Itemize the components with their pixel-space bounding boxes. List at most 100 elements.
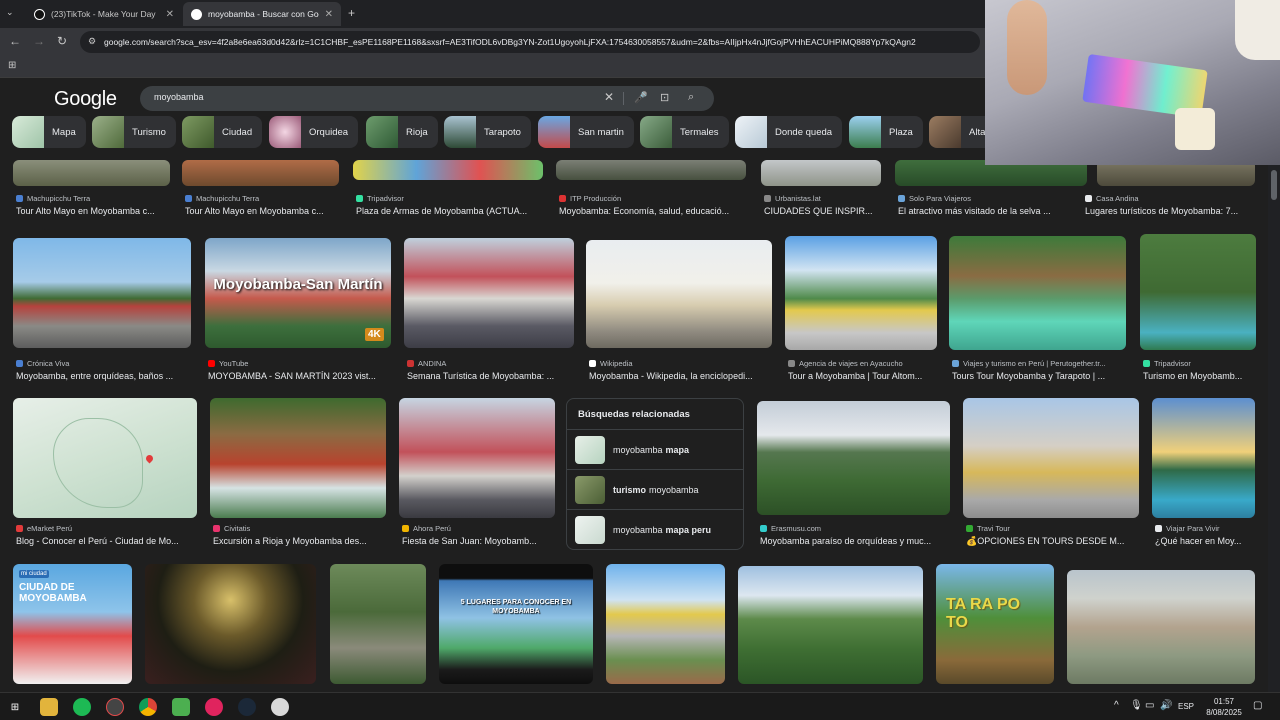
map-image[interactable] xyxy=(13,398,197,518)
result-title[interactable]: ¿Qué hacer en Moy... xyxy=(1155,536,1259,546)
result-image[interactable] xyxy=(556,160,746,180)
chip-orquidea[interactable]: Orquidea xyxy=(269,116,359,148)
spotify-icon[interactable] xyxy=(73,698,91,716)
new-tab-button[interactable]: + xyxy=(348,6,355,20)
result-source[interactable]: Erasmusu.com xyxy=(760,524,953,533)
result-image[interactable] xyxy=(145,564,316,684)
tab-search-icon[interactable]: ⌄ xyxy=(6,7,14,18)
result-title[interactable]: Plaza de Armas de Moyobamba (ACTUA... xyxy=(356,206,546,216)
result-title[interactable]: Excursión a Rioja y Moyobamba des... xyxy=(213,536,389,546)
windows-start-icon[interactable]: ⊞ xyxy=(6,698,24,716)
close-icon[interactable]: ✕ xyxy=(319,9,333,20)
result-image[interactable] xyxy=(1140,234,1256,350)
search-box[interactable]: ✕ 🎤 ⊡ ⌕ xyxy=(140,86,714,111)
obs-icon[interactable] xyxy=(106,698,124,716)
result-title[interactable]: Moyobamba, entre orquídeas, baños ... xyxy=(16,371,194,381)
volume-icon[interactable]: 🔊 xyxy=(1160,700,1172,711)
chip-alta[interactable]: Alta xyxy=(929,116,987,148)
result-title[interactable]: Tour Alto Mayo en Moyobamba c... xyxy=(185,206,345,216)
result-image[interactable] xyxy=(13,160,170,186)
chip-rioja[interactable]: Rioja xyxy=(366,116,438,148)
result-source[interactable]: Machupicchu Terra xyxy=(185,194,345,203)
chip-turismo[interactable]: Turismo xyxy=(92,116,176,148)
clock[interactable]: 01:57 8/08/2025 xyxy=(1196,696,1252,718)
file-explorer-icon[interactable] xyxy=(40,698,58,716)
result-source[interactable]: Urbanistas.lat xyxy=(764,194,889,203)
tray-overflow-icon[interactable]: ^ xyxy=(1114,700,1119,711)
result-source[interactable]: Machupicchu Terra xyxy=(16,194,176,203)
chrome-icon[interactable] xyxy=(139,698,157,716)
result-source[interactable]: Viajar Para Vivir xyxy=(1155,524,1259,533)
result-source[interactable]: Travi Tour xyxy=(966,524,1142,533)
result-image[interactable] xyxy=(1152,398,1255,518)
reload-icon[interactable]: ↻ xyxy=(57,34,67,48)
result-source[interactable]: ITP Producción xyxy=(559,194,749,203)
result-title[interactable]: Tour a Moyobamba | Tour Altom... xyxy=(788,371,938,381)
chip-donde-queda[interactable]: Donde queda xyxy=(735,116,843,148)
result-title[interactable]: El atractivo más visitado de la selva ..… xyxy=(898,206,1088,216)
result-title[interactable]: MOYOBAMBA - SAN MARTÍN 2023 vist... xyxy=(208,371,394,381)
tab-google-search[interactable]: moyobamba - Buscar con Google ✕ xyxy=(183,2,341,26)
result-image[interactable]: Moyobamba-San Martín 4K xyxy=(205,238,391,348)
result-image[interactable] xyxy=(1067,570,1255,684)
notifications-icon[interactable]: ▢ xyxy=(1253,700,1262,711)
scrollbar-thumb[interactable] xyxy=(1271,170,1277,200)
result-title[interactable]: Lugares turísticos de Moyobamba: 7... xyxy=(1085,206,1257,216)
result-image[interactable] xyxy=(949,236,1126,350)
result-source[interactable]: Viajes y turismo en Perú | Perutogether.… xyxy=(952,359,1132,368)
language-indicator[interactable]: ESP xyxy=(1178,702,1194,711)
result-image[interactable] xyxy=(330,564,426,684)
result-title[interactable]: 💰OPCIONES EN TOURS DESDE M... xyxy=(966,536,1142,547)
chip-termales[interactable]: Termales xyxy=(640,116,729,148)
result-source[interactable]: eMarket Perú xyxy=(16,524,200,533)
related-search-mapa-peru[interactable]: moyobamba mapa peru xyxy=(575,515,735,545)
steam-icon[interactable] xyxy=(238,698,256,716)
result-image[interactable] xyxy=(606,564,725,684)
result-image[interactable] xyxy=(757,401,950,515)
result-image[interactable] xyxy=(13,238,191,348)
result-source[interactable]: Crónica Viva xyxy=(16,359,194,368)
chip-plaza[interactable]: Plaza xyxy=(849,116,923,148)
apps-grid-icon[interactable]: ⊞ xyxy=(8,60,16,71)
result-image[interactable] xyxy=(182,160,339,186)
result-source[interactable]: YouTube xyxy=(208,359,394,368)
microphone-icon[interactable]: 🎙 xyxy=(1130,700,1143,711)
image-search-icon[interactable]: ⊡ xyxy=(660,91,669,104)
result-title[interactable]: Moyobamba - Wikipedia, la enciclopedi... xyxy=(589,371,775,381)
result-image[interactable] xyxy=(399,398,555,518)
result-image[interactable] xyxy=(785,236,937,350)
result-image[interactable] xyxy=(353,160,543,180)
network-icon[interactable]: ▭ xyxy=(1145,700,1154,711)
back-icon[interactable]: ← xyxy=(9,34,21,48)
result-image[interactable] xyxy=(210,398,386,518)
voice-search-icon[interactable]: 🎤 xyxy=(634,91,648,104)
result-source[interactable]: Solo Para Viajeros xyxy=(898,194,1088,203)
result-title[interactable]: Semana Turística de Moyobamba: ... xyxy=(407,371,577,381)
result-source[interactable]: Wikipedia xyxy=(589,359,775,368)
result-title[interactable]: Moyobamba paraíso de orquídeas y muc... xyxy=(760,536,953,546)
related-search-mapa[interactable]: moyobamba mapa xyxy=(575,435,735,465)
google-logo[interactable]: Google xyxy=(54,88,117,111)
result-title[interactable]: Fiesta de San Juan: Moyobamb... xyxy=(402,536,558,546)
chip-mapa[interactable]: Mapa xyxy=(12,116,86,148)
result-title[interactable]: Blog - Conocer el Perú - Ciudad de Mo... xyxy=(16,536,196,546)
result-title[interactable]: Moyobamba: Economía, salud, educació... xyxy=(559,206,749,216)
close-icon[interactable]: ✕ xyxy=(160,9,174,20)
result-title[interactable]: Turismo en Moyobamb... xyxy=(1143,371,1259,381)
result-image[interactable]: mi ciudad CIUDAD DE MOYOBAMBA xyxy=(13,564,132,684)
result-source[interactable]: Agencia de viajes en Ayacucho xyxy=(788,359,943,368)
result-source[interactable]: Tripadvisor xyxy=(1143,359,1259,368)
forward-icon[interactable]: → xyxy=(33,34,45,48)
site-info-icon[interactable]: ⚙ xyxy=(88,36,96,47)
result-source[interactable]: Civitatis xyxy=(213,524,389,533)
app-icon[interactable] xyxy=(205,698,223,716)
result-title[interactable]: Tours Tour Moyobamba y Tarapoto | ... xyxy=(952,371,1129,381)
result-image[interactable] xyxy=(404,238,574,348)
tab-tiktok[interactable]: (23)TikTok - Make Your Day ✕ xyxy=(26,2,182,26)
clear-search-icon[interactable]: ✕ xyxy=(604,90,614,104)
result-source[interactable]: Tripadvisor xyxy=(356,194,546,203)
minecraft-icon[interactable] xyxy=(172,698,190,716)
search-input[interactable] xyxy=(154,92,574,102)
result-image[interactable]: 5 LUGARES PARA CONOCER EN MOYOBAMBA xyxy=(439,564,593,684)
chip-tarapoto[interactable]: Tarapoto xyxy=(444,116,531,148)
